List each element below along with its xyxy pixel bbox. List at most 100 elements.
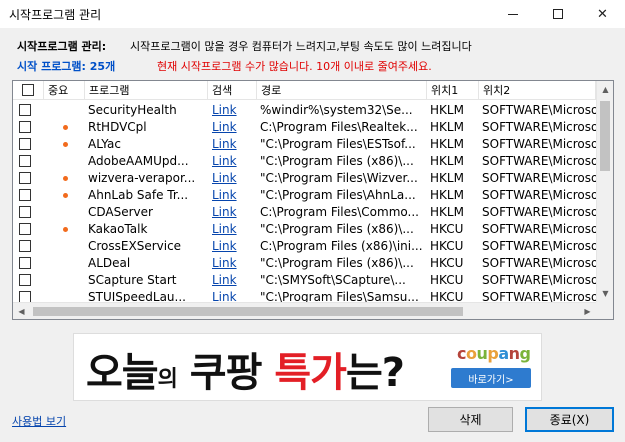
table-row[interactable]: SecurityHealth Link %windir%\system32\Se..… [13, 102, 613, 119]
column-header[interactable]: 중요 [44, 81, 85, 100]
search-link[interactable]: Link [208, 153, 257, 170]
program-path: C:\Program Files (x86)\ini... [260, 239, 423, 253]
column-header[interactable]: 경로 [257, 81, 427, 100]
column-header[interactable]: 프로그램 [85, 81, 208, 100]
vertical-scrollbar[interactable]: ▲ ▼ [596, 81, 613, 302]
title-bar: 시작프로그램 관리 ✕ [0, 0, 625, 28]
program-name: RtHDVCpl [88, 120, 147, 134]
important-dot-icon [63, 142, 68, 147]
location2: SOFTWARE\Microso [482, 256, 596, 270]
search-link[interactable]: Link [208, 170, 257, 187]
search-link[interactable]: Link [208, 204, 257, 221]
vertical-scroll-thumb[interactable] [600, 101, 610, 171]
search-link[interactable]: Link [208, 255, 257, 272]
scroll-down-icon[interactable]: ▼ [597, 285, 613, 302]
location1: HKLM [430, 188, 464, 202]
location1: HKLM [430, 103, 464, 117]
location1: HKCU [430, 222, 464, 236]
ad-text-question: 는? [345, 350, 405, 396]
location2: SOFTWARE\Microso [482, 239, 596, 253]
table-row[interactable]: SCapture Start Link "C:\SMYSoft\SCapture\.… [13, 272, 613, 289]
row-checkbox[interactable] [19, 172, 31, 184]
table-row[interactable]: KakaoTalk Link "C:\Program Files (x86)\...… [13, 221, 613, 238]
row-checkbox[interactable] [19, 257, 31, 269]
close-button[interactable]: ✕ [580, 0, 625, 28]
select-all-checkbox[interactable] [22, 84, 34, 96]
column-header[interactable]: 검색 [208, 81, 257, 100]
location1: HKLM [430, 120, 464, 134]
search-link[interactable]: Link [208, 238, 257, 255]
column-header[interactable]: 위치2 [479, 81, 596, 100]
maximize-button[interactable] [535, 0, 580, 28]
row-checkbox[interactable] [19, 206, 31, 218]
table-row[interactable]: wizvera-verapor... Link "C:\Program Files\… [13, 170, 613, 187]
row-checkbox[interactable] [19, 104, 31, 116]
table-row[interactable]: CrossEXService Link C:\Program Files (x86)… [13, 238, 613, 255]
location2: SOFTWARE\Microso [482, 171, 596, 185]
window-title: 시작프로그램 관리 [9, 8, 102, 22]
delete-button[interactable]: 삭제 [428, 407, 513, 432]
row-checkbox[interactable] [19, 138, 31, 150]
info-label: 시작프로그램 관리: [17, 40, 107, 53]
warning-message: 현재 시작프로그램 수가 많습니다. 10개 이내로 줄여주세요. [157, 60, 432, 73]
startup-table[interactable]: 중요 프로그램 검색 경로 위치1 위치2 SecurityHealth Link %wind… [12, 80, 614, 320]
location2: SOFTWARE\Microso [482, 137, 596, 151]
location1: HKCU [430, 273, 464, 287]
row-checkbox[interactable] [19, 155, 31, 167]
location1: HKLM [430, 171, 464, 185]
program-name: SecurityHealth [88, 103, 177, 117]
program-path: "C:\Program Files\Wizver... [260, 171, 418, 185]
row-checkbox[interactable] [19, 189, 31, 201]
scroll-left-icon[interactable]: ◀ [13, 303, 30, 319]
program-name: KakaoTalk [88, 222, 148, 236]
search-link[interactable]: Link [208, 187, 257, 204]
table-row[interactable]: CDAServer Link C:\Program Files\Commo... HK… [13, 204, 613, 221]
search-link[interactable]: Link [208, 272, 257, 289]
row-checkbox[interactable] [19, 223, 31, 235]
location2: SOFTWARE\Microso [482, 222, 596, 236]
ad-go-button[interactable]: 바로가기> [451, 368, 531, 388]
program-name: AhnLab Safe Tr... [88, 188, 189, 202]
brand-letter: o [465, 344, 477, 363]
program-path: "C:\SMYSoft\SCapture\... [260, 273, 406, 287]
table-header: 중요 프로그램 검색 경로 위치1 위치2 [13, 81, 613, 100]
count-line: 시작 프로그램: 25개 현재 시작프로그램 수가 많습니다. 10개 이내로 … [17, 58, 432, 74]
scroll-right-icon[interactable]: ▶ [579, 303, 596, 319]
exit-button[interactable]: 종료(X) [525, 407, 614, 432]
table-row[interactable]: ALDeal Link "C:\Program Files (x86)\... HKC… [13, 255, 613, 272]
horizontal-scrollbar[interactable]: ◀ ▶ [13, 302, 596, 319]
header-select-all[interactable] [13, 81, 44, 100]
program-path: %windir%\system32\Se... [260, 103, 413, 117]
brand-letter: u [476, 344, 488, 363]
location2: SOFTWARE\Microso [482, 120, 596, 134]
help-link[interactable]: 사용법 보기 [12, 413, 66, 429]
location2: SOFTWARE\Microso [482, 188, 596, 202]
row-checkbox[interactable] [19, 121, 31, 133]
search-link[interactable]: Link [208, 102, 257, 119]
program-name: ALDeal [88, 256, 131, 270]
horizontal-scroll-thumb[interactable] [33, 307, 463, 316]
ad-banner[interactable]: 오늘의 쿠팡 특가는? coupang 바로가기> [73, 333, 542, 401]
info-line: 시작프로그램 관리: 시작프로그램이 많을 경우 컴퓨터가 느려지고,부팅 속도… [17, 38, 472, 54]
search-link[interactable]: Link [208, 221, 257, 238]
location1: HKLM [430, 154, 464, 168]
search-link[interactable]: Link [208, 119, 257, 136]
brand-letter: n [508, 344, 520, 363]
table-row[interactable]: AhnLab Safe Tr... Link "C:\Program Files\A… [13, 187, 613, 204]
table-row[interactable]: RtHDVCpl Link C:\Program Files\Realtek... H… [13, 119, 613, 136]
minimize-button[interactable] [490, 0, 535, 28]
brand-letter: a [498, 344, 509, 363]
scroll-up-icon[interactable]: ▲ [597, 81, 613, 98]
row-checkbox[interactable] [19, 240, 31, 252]
ad-text-coupang: 쿠팡 [189, 350, 275, 396]
table-row[interactable]: AdobeAAMUpd... Link "C:\Program Files (x86… [13, 153, 613, 170]
row-checkbox[interactable] [19, 274, 31, 286]
column-header[interactable]: 위치1 [427, 81, 479, 100]
ad-text-deal: 특가 [274, 350, 347, 396]
maximize-icon [552, 9, 563, 19]
location2: SOFTWARE\Microso [482, 154, 596, 168]
table-row[interactable]: ALYac Link "C:\Program Files\ESTsof... HKLM… [13, 136, 613, 153]
program-path: C:\Program Files\Commo... [260, 205, 419, 219]
search-link[interactable]: Link [208, 136, 257, 153]
ad-headline: 오늘의 쿠팡 특가는? [86, 340, 405, 398]
